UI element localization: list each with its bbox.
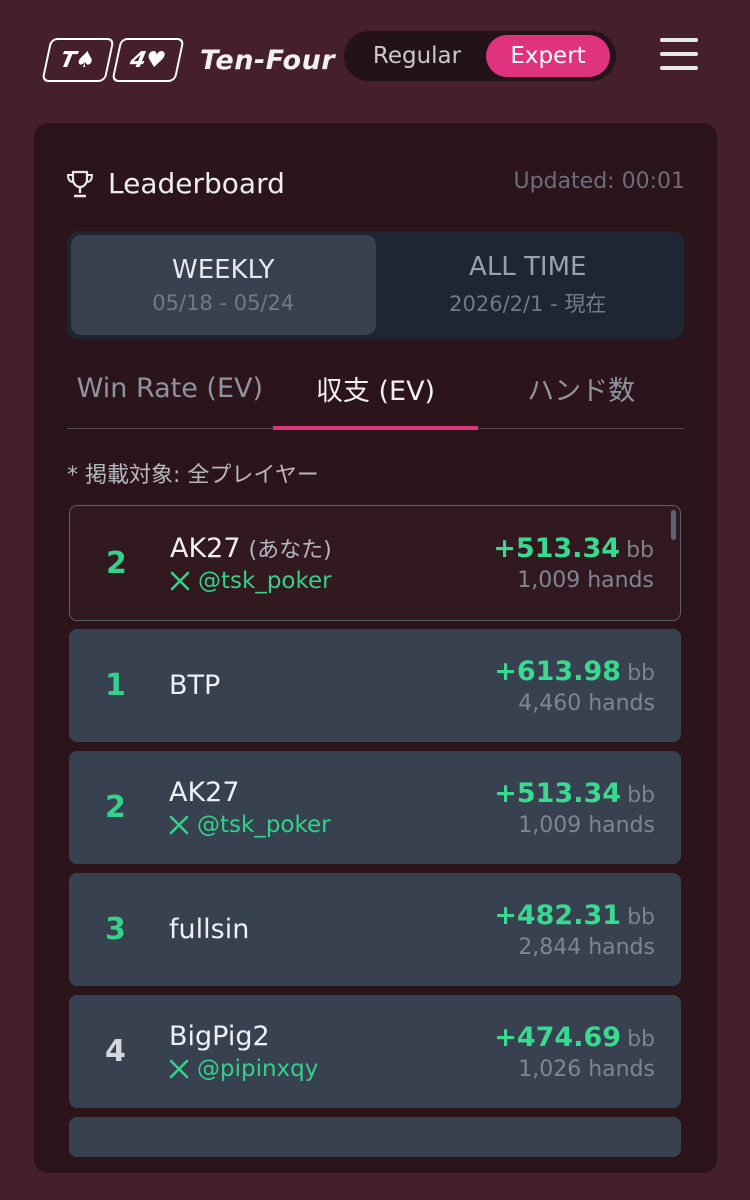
profit-value: +474.69: [494, 1021, 622, 1053]
x-handle-link[interactable]: @tsk_poker: [169, 812, 331, 838]
mode-toggle: Regular Expert: [344, 31, 616, 81]
player-name: BTP: [169, 670, 221, 701]
table-row[interactable]: 2 AK27 @tsk_poker +513.34 bb 1,009 hands: [69, 751, 681, 864]
player-stats: +613.98 bb 4,460 hands: [494, 629, 655, 742]
leaderboard-title: Leaderboard: [108, 167, 285, 200]
eligibility-note: * 掲載対象: 全プレイヤー: [67, 463, 319, 488]
profit-unit: bb: [627, 782, 655, 808]
player-info: BigPig2 @pipinxqy: [169, 995, 318, 1108]
player-info: BTP: [169, 629, 220, 742]
x-handle-text: @tsk_poker: [198, 568, 332, 594]
mode-expert-button[interactable]: Expert: [486, 35, 610, 77]
tab-weekly-range: 05/18 - 05/24: [152, 291, 295, 315]
rank-number: 4: [105, 1034, 126, 1069]
rank-number: 3: [105, 912, 126, 947]
player-stats: +474.69 bb 1,026 hands: [494, 995, 655, 1108]
trophy-icon: [66, 170, 94, 197]
player-stats: +513.34 bb 1,009 hands: [493, 506, 654, 620]
player-info: fullsin: [169, 873, 249, 986]
profit-value: +513.34: [494, 777, 622, 809]
period-switch: WEEKLY 05/18 - 05/24 ALL TIME 2026/2/1 -…: [67, 231, 684, 339]
leaderboard-heading: Leaderboard: [66, 167, 285, 200]
table-row[interactable]: 1 BTP +613.98 bb 4,460 hands: [69, 629, 681, 742]
tab-all-time-label: ALL TIME: [469, 252, 587, 282]
player-stats: +482.31 bb 2,844 hands: [494, 873, 655, 986]
metric-tabs: Win Rate (EV) 収支 (EV) ハンド数: [67, 349, 684, 430]
tab-win-rate[interactable]: Win Rate (EV): [67, 349, 273, 428]
scrollbar-thumb[interactable]: [671, 510, 676, 540]
hands-count: 1,009 hands: [518, 812, 655, 838]
hands-count: 1,009 hands: [517, 568, 654, 593]
player-name: fullsin: [169, 914, 250, 945]
hands-count: 4,460 hands: [518, 690, 655, 716]
profit-value: +482.31: [494, 899, 622, 931]
leaderboard-panel: Leaderboard Updated: 00:01 WEEKLY 05/18 …: [34, 123, 717, 1173]
player-info: AK27 @tsk_poker: [169, 751, 331, 864]
table-row[interactable]: 3 fullsin +482.31 bb 2,844 hands: [69, 873, 681, 986]
player-name: AK27: [169, 777, 240, 808]
table-row-partial[interactable]: [69, 1117, 681, 1157]
tab-all-time[interactable]: ALL TIME 2026/2/1 - 現在: [376, 235, 681, 335]
tab-profit[interactable]: 収支 (EV): [272, 349, 479, 430]
you-tag: (あなた): [248, 538, 332, 563]
profit-unit: bb: [627, 1026, 655, 1052]
tab-weekly[interactable]: WEEKLY 05/18 - 05/24: [71, 235, 376, 335]
hamburger-menu-icon[interactable]: [660, 38, 698, 74]
brand-name: Ten-Four: [200, 44, 336, 76]
rank-number: 2: [105, 790, 126, 825]
my-rank-row[interactable]: 2 AK27 (あなた) @tsk_poker +513.34 bb 1,009 h…: [69, 505, 681, 621]
player-stats: +513.34 bb 1,009 hands: [494, 751, 655, 864]
x-handle-link[interactable]: @pipinxqy: [169, 1056, 318, 1082]
x-handle-text: @tsk_poker: [197, 812, 331, 838]
table-row[interactable]: 4 BigPig2 @pipinxqy +474.69 bb 1,026 hand…: [69, 995, 681, 1108]
updated-time: Updated: 00:01: [513, 169, 685, 194]
hands-count: 2,844 hands: [518, 934, 655, 960]
x-logo-icon: [170, 571, 190, 591]
x-handle-link[interactable]: @tsk_poker: [170, 568, 332, 594]
player-name: AK27: [170, 533, 241, 564]
player-info: AK27 (あなた) @tsk_poker: [170, 506, 332, 620]
profit-unit: bb: [627, 904, 655, 930]
profit-unit: bb: [626, 538, 654, 563]
player-name: BigPig2: [169, 1021, 270, 1052]
logo-card-four-heart: 4♥: [111, 38, 185, 82]
profit-value: +513.34: [493, 533, 621, 564]
x-handle-text: @pipinxqy: [197, 1056, 319, 1082]
app-logo[interactable]: T♠ 4♥ Ten-Four: [41, 38, 336, 82]
x-logo-icon: [169, 1059, 189, 1079]
profit-unit: bb: [627, 660, 655, 686]
rank-number: 1: [105, 668, 126, 703]
tab-all-time-range: 2026/2/1 - 現在: [449, 292, 607, 316]
x-logo-icon: [169, 815, 189, 835]
rank-number: 2: [106, 545, 127, 581]
tab-weekly-label: WEEKLY: [171, 255, 275, 285]
app-header: T♠ 4♥ Ten-Four Regular Expert: [0, 0, 750, 118]
logo-card-ten-spade: T♠: [41, 38, 115, 82]
tab-hand-count[interactable]: ハンド数: [478, 349, 684, 428]
profit-value: +613.98: [494, 655, 622, 687]
mode-regular-button[interactable]: Regular: [348, 35, 486, 77]
hands-count: 1,026 hands: [518, 1056, 655, 1082]
